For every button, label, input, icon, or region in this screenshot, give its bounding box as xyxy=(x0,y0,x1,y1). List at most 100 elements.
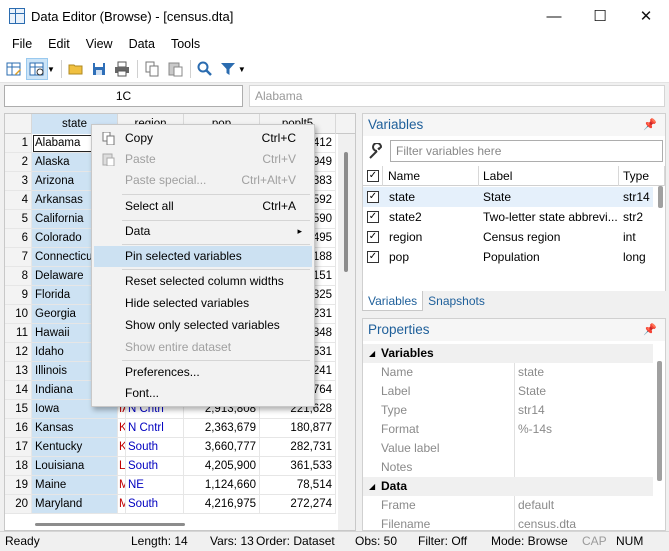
cell-poplt5[interactable]: 361,533 xyxy=(260,457,336,476)
minimize-button[interactable]: — xyxy=(531,0,577,32)
cell-poplt5[interactable]: 180,877 xyxy=(260,419,336,438)
browse-mode-dropdown-icon[interactable]: ▼ xyxy=(47,65,55,74)
property-row[interactable]: Format %-14s xyxy=(363,420,653,439)
row-number[interactable]: 10 xyxy=(5,305,32,324)
property-row[interactable]: Label State xyxy=(363,382,653,401)
print-icon[interactable] xyxy=(111,58,133,80)
row-number[interactable]: 16 xyxy=(5,419,32,438)
variable-checkbox[interactable]: ✓ xyxy=(367,251,379,263)
menu-item-font[interactable]: Font... xyxy=(94,383,312,404)
scroll-thumb[interactable] xyxy=(344,152,348,272)
column-header-name[interactable]: Name xyxy=(383,166,479,186)
menu-item-hide-selected-variables[interactable]: Hide selected variables xyxy=(94,293,312,314)
menu-data[interactable]: Data xyxy=(121,37,163,51)
table-row[interactable]: 19MaineM.NE1,124,66078,514 xyxy=(5,476,355,495)
menu-tools[interactable]: Tools xyxy=(163,37,208,51)
cell-state[interactable]: Louisiana xyxy=(32,457,118,476)
pin-icon[interactable]: 📌 xyxy=(643,114,657,136)
cell-pop[interactable]: 3,660,777 xyxy=(184,438,260,457)
row-number[interactable]: 2 xyxy=(5,153,32,172)
cell-state[interactable]: Kentucky xyxy=(32,438,118,457)
cell-region[interactable]: South xyxy=(126,457,184,476)
menu-item-copy[interactable]: Copy Ctrl+C xyxy=(94,128,312,149)
table-row[interactable]: 16KansasK.N Cntrl2,363,679180,877 xyxy=(5,419,355,438)
row-number[interactable]: 6 xyxy=(5,229,32,248)
column-header-label[interactable]: Label xyxy=(479,166,619,186)
column-header-type[interactable]: Type xyxy=(619,166,665,186)
cell-state[interactable]: Maine xyxy=(32,476,118,495)
cell-poplt5[interactable]: 272,274 xyxy=(260,495,336,514)
cell-state2[interactable]: L. xyxy=(118,457,126,476)
row-number[interactable]: 4 xyxy=(5,191,32,210)
collapse-icon[interactable]: ◢ xyxy=(369,344,375,363)
variable-row[interactable]: ✓ pop Population long xyxy=(363,247,653,267)
variable-checkbox[interactable]: ✓ xyxy=(367,231,379,243)
row-number[interactable]: 3 xyxy=(5,172,32,191)
cell-region[interactable]: South xyxy=(126,438,184,457)
open-icon[interactable] xyxy=(65,58,87,80)
variable-row[interactable]: ✓ state State str14 xyxy=(363,187,653,207)
cell-pop[interactable]: 1,124,660 xyxy=(184,476,260,495)
menu-view[interactable]: View xyxy=(78,37,121,51)
close-button[interactable]: ✕ xyxy=(623,0,669,32)
menu-item-paste[interactable]: Paste Ctrl+V xyxy=(94,149,312,170)
wrench-icon[interactable] xyxy=(367,143,385,159)
menu-item-paste-special[interactable]: Paste special... Ctrl+Alt+V xyxy=(94,170,312,191)
row-number[interactable]: 15 xyxy=(5,400,32,419)
filter-icon[interactable] xyxy=(217,58,239,80)
cell-poplt5[interactable]: 282,731 xyxy=(260,438,336,457)
corner-cell[interactable] xyxy=(5,114,32,134)
property-row[interactable]: Frame default xyxy=(363,496,653,515)
row-number[interactable]: 1 xyxy=(5,134,32,153)
cell-reference-field[interactable]: 1C xyxy=(4,85,243,107)
paste-icon[interactable] xyxy=(164,58,186,80)
tab-snapshots[interactable]: Snapshots xyxy=(423,291,490,311)
table-row[interactable]: 18LouisianaL.South4,205,900361,533 xyxy=(5,457,355,476)
row-number[interactable]: 20 xyxy=(5,495,32,514)
menu-item-show-entire-dataset[interactable]: Show entire dataset xyxy=(94,337,312,358)
row-number[interactable]: 12 xyxy=(5,343,32,362)
variable-row[interactable]: ✓ region Census region int xyxy=(363,227,653,247)
cell-state2[interactable]: K. xyxy=(118,438,126,457)
find-icon[interactable] xyxy=(194,58,216,80)
menu-item-show-only-selected[interactable]: Show only selected variables xyxy=(94,315,312,336)
property-row[interactable]: Notes xyxy=(363,458,653,477)
property-row[interactable]: Value label xyxy=(363,439,653,458)
property-row[interactable]: Type str14 xyxy=(363,401,653,420)
cell-poplt5[interactable]: 78,514 xyxy=(260,476,336,495)
menu-edit[interactable]: Edit xyxy=(40,37,78,51)
row-number[interactable]: 5 xyxy=(5,210,32,229)
cell-pop[interactable]: 2,363,679 xyxy=(184,419,260,438)
cell-region[interactable]: South xyxy=(126,495,184,514)
row-number[interactable]: 9 xyxy=(5,286,32,305)
grid-vertical-scrollbar[interactable] xyxy=(338,134,355,530)
menu-item-preferences[interactable]: Preferences... xyxy=(94,362,312,383)
cell-state[interactable]: Maryland xyxy=(32,495,118,514)
pin-icon[interactable]: 📌 xyxy=(643,319,657,341)
cell-state2[interactable]: K. xyxy=(118,419,126,438)
table-row[interactable]: 17KentuckyK.South3,660,777282,731 xyxy=(5,438,355,457)
row-number[interactable]: 7 xyxy=(5,248,32,267)
row-number[interactable]: 18 xyxy=(5,457,32,476)
row-number[interactable]: 14 xyxy=(5,381,32,400)
cell-state2[interactable]: M. xyxy=(118,495,126,514)
property-group-data[interactable]: ◢ Data xyxy=(363,477,653,496)
menu-file[interactable]: File xyxy=(4,37,40,51)
menu-item-reset-column-widths[interactable]: Reset selected column widths xyxy=(94,271,312,292)
menu-item-pin-selected-variables[interactable]: Pin selected variables xyxy=(94,246,312,267)
cell-region[interactable]: NE xyxy=(126,476,184,495)
row-number[interactable]: 8 xyxy=(5,267,32,286)
copy-icon[interactable] xyxy=(141,58,163,80)
table-row[interactable]: 20MarylandM.South4,216,975272,274 xyxy=(5,495,355,514)
edit-mode-icon[interactable] xyxy=(3,58,25,80)
cell-state2[interactable]: M. xyxy=(118,476,126,495)
collapse-icon[interactable]: ◢ xyxy=(369,477,375,496)
cell-state[interactable]: Kansas xyxy=(32,419,118,438)
row-number[interactable]: 19 xyxy=(5,476,32,495)
row-number[interactable]: 17 xyxy=(5,438,32,457)
cell-pop[interactable]: 4,205,900 xyxy=(184,457,260,476)
checkbox-header[interactable]: ✓ xyxy=(363,166,383,186)
properties-vertical-scrollbar[interactable] xyxy=(657,361,662,481)
cell-value-field[interactable]: Alabama xyxy=(249,85,665,107)
filter-variables-input[interactable]: Filter variables here xyxy=(390,140,663,162)
